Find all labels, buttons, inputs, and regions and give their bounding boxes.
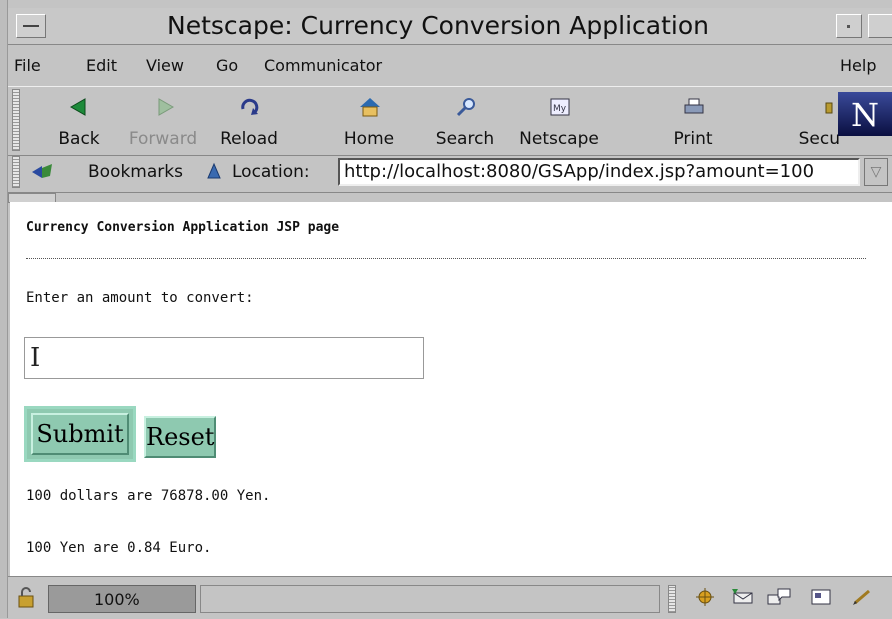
window-left-edge [0, 0, 8, 618]
menu-bar: File Edit View Go Communicator Help [8, 46, 892, 86]
location-toolbar-grip[interactable] [12, 156, 20, 188]
location-toolbar: Bookmarks Location: http://localhost:808… [8, 154, 892, 193]
print-label: Print [673, 129, 713, 149]
page-heading: Currency Conversion Application JSP page [26, 220, 340, 235]
status-message [200, 585, 660, 613]
text-cursor-icon: I [30, 343, 41, 373]
reload-icon [239, 97, 261, 117]
location-label: Location: [232, 162, 310, 182]
search-button[interactable]: Search [422, 91, 508, 151]
home-label: Home [343, 129, 395, 149]
search-label: Search [435, 129, 495, 149]
menu-edit[interactable]: Edit [86, 56, 117, 75]
zoom-level: 100% [94, 590, 140, 609]
mail-icon[interactable] [730, 587, 756, 609]
toolbar-grip[interactable] [12, 89, 20, 151]
search-icon [455, 97, 477, 117]
netscape-label: Netscape [519, 129, 599, 149]
bookmarks-label[interactable]: Bookmarks [88, 162, 183, 182]
title-bar: Netscape: Currency Conversion Applicatio… [8, 8, 892, 45]
submit-button[interactable]: Submit [24, 406, 136, 462]
home-button[interactable]: Home [326, 91, 412, 151]
navigator-icon[interactable] [692, 587, 718, 609]
my-netscape-icon: My [549, 97, 571, 117]
menu-go[interactable]: Go [216, 56, 238, 75]
composer-icon[interactable] [808, 587, 834, 609]
amount-input[interactable] [24, 337, 424, 379]
submit-button-label: Submit [31, 413, 129, 455]
forward-arrow-icon [153, 97, 175, 117]
back-arrow-icon [69, 97, 91, 117]
print-button[interactable]: Print [650, 91, 736, 151]
print-icon [683, 97, 705, 117]
window-menu-button[interactable] [16, 14, 46, 38]
security-button[interactable]: Secu [774, 91, 840, 151]
reload-label: Reload [220, 129, 278, 149]
amount-prompt: Enter an amount to convert: [26, 290, 254, 306]
forward-label: Forward [128, 129, 198, 149]
window-title: Netscape: Currency Conversion Applicatio… [167, 11, 709, 40]
menu-file[interactable]: File [14, 56, 41, 75]
status-bar: 100% [8, 576, 892, 619]
my-netscape-button[interactable]: My Netscape [516, 91, 602, 151]
security-label: Secu [798, 129, 840, 149]
newsgroups-icon[interactable] [766, 587, 792, 609]
location-icon[interactable] [204, 162, 224, 182]
security-lock-icon[interactable] [14, 587, 38, 609]
edit-pen-icon[interactable] [850, 587, 876, 609]
menu-help[interactable]: Help [840, 56, 876, 75]
back-label: Back [58, 129, 100, 149]
horizontal-rule [26, 258, 866, 259]
page-content: Currency Conversion Application JSP page… [10, 202, 892, 576]
minimize-button[interactable] [836, 14, 862, 38]
home-icon [359, 97, 381, 117]
netscape-logo[interactable]: N [838, 92, 892, 136]
url-input[interactable]: http://localhost:8080/GSApp/index.jsp?am… [338, 158, 860, 186]
navigation-toolbar: Back Forward Reload Home Search My Netsc… [8, 86, 892, 156]
menu-communicator[interactable]: Communicator [264, 56, 382, 75]
maximize-button[interactable] [868, 14, 892, 38]
result-yen: 100 dollars are 76878.00 Yen. [26, 488, 271, 504]
menu-view[interactable]: View [146, 56, 184, 75]
reload-button[interactable]: Reload [206, 91, 292, 151]
forward-button[interactable]: Forward [120, 91, 206, 151]
bookmarks-icon[interactable] [30, 162, 56, 182]
reset-button[interactable]: Reset [144, 416, 216, 458]
svg-text:My: My [553, 104, 567, 114]
result-euro: 100 Yen are 0.84 Euro. [26, 540, 212, 556]
back-button[interactable]: Back [36, 91, 122, 151]
component-bar-grip[interactable] [668, 585, 676, 613]
url-dropdown-button[interactable]: ▽ [864, 158, 888, 186]
